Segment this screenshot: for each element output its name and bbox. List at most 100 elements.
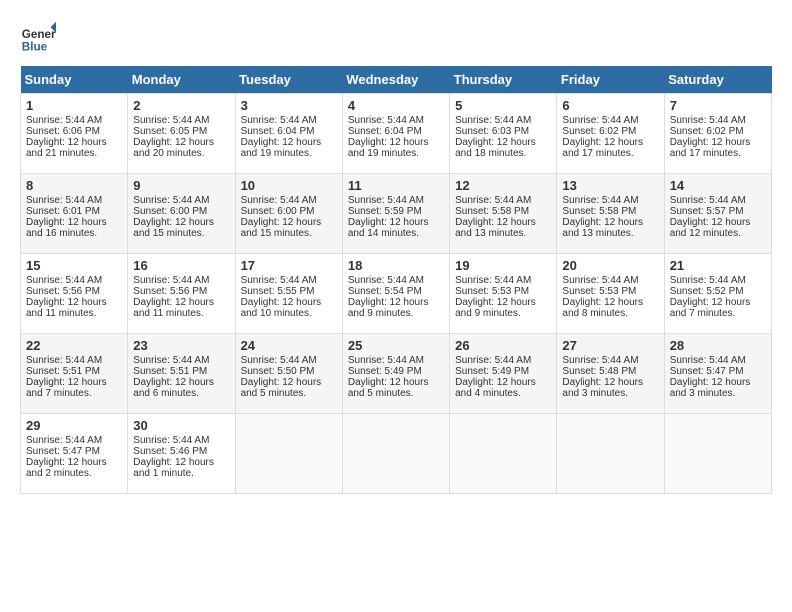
calendar-day-cell: 23 Sunrise: 5:44 AM Sunset: 5:51 PM Dayl… (128, 334, 235, 414)
sunset-text: Sunset: 6:04 PM (348, 126, 422, 137)
daylight-label: Daylight: 12 hours and 15 minutes. (241, 217, 322, 239)
sunrise-text: Sunrise: 5:44 AM (26, 435, 102, 446)
daylight-label: Daylight: 12 hours and 13 minutes. (455, 217, 536, 239)
day-number: 21 (670, 258, 766, 273)
calendar-week-row: 29 Sunrise: 5:44 AM Sunset: 5:47 PM Dayl… (21, 414, 772, 494)
daylight-label: Daylight: 12 hours and 21 minutes. (26, 137, 107, 159)
daylight-label: Daylight: 12 hours and 3 minutes. (562, 377, 643, 399)
day-number: 18 (348, 258, 444, 273)
sunset-text: Sunset: 6:06 PM (26, 126, 100, 137)
sunset-text: Sunset: 5:51 PM (133, 366, 207, 377)
day-number: 6 (562, 98, 658, 113)
sunset-text: Sunset: 6:00 PM (133, 206, 207, 217)
daylight-label: Daylight: 12 hours and 2 minutes. (26, 457, 107, 479)
calendar-week-row: 22 Sunrise: 5:44 AM Sunset: 5:51 PM Dayl… (21, 334, 772, 414)
day-number: 12 (455, 178, 551, 193)
daylight-label: Daylight: 12 hours and 16 minutes. (26, 217, 107, 239)
daylight-label: Daylight: 12 hours and 17 minutes. (562, 137, 643, 159)
day-number: 1 (26, 98, 122, 113)
calendar-day-cell: 17 Sunrise: 5:44 AM Sunset: 5:55 PM Dayl… (235, 254, 342, 334)
daylight-label: Daylight: 12 hours and 9 minutes. (348, 297, 429, 319)
sunrise-text: Sunrise: 5:44 AM (133, 275, 209, 286)
day-number: 14 (670, 178, 766, 193)
sunrise-text: Sunrise: 5:44 AM (455, 115, 531, 126)
day-number: 30 (133, 418, 229, 433)
calendar-day-cell: 18 Sunrise: 5:44 AM Sunset: 5:54 PM Dayl… (342, 254, 449, 334)
calendar-day-cell: 28 Sunrise: 5:44 AM Sunset: 5:47 PM Dayl… (664, 334, 771, 414)
day-number: 15 (26, 258, 122, 273)
sunrise-text: Sunrise: 5:44 AM (670, 275, 746, 286)
weekday-header-thursday: Thursday (450, 66, 557, 94)
calendar-day-cell: 6 Sunrise: 5:44 AM Sunset: 6:02 PM Dayli… (557, 94, 664, 174)
sunset-text: Sunset: 6:03 PM (455, 126, 529, 137)
calendar-day-cell: 25 Sunrise: 5:44 AM Sunset: 5:49 PM Dayl… (342, 334, 449, 414)
sunrise-text: Sunrise: 5:44 AM (133, 195, 209, 206)
daylight-label: Daylight: 12 hours and 19 minutes. (348, 137, 429, 159)
day-number: 11 (348, 178, 444, 193)
weekday-header-row: SundayMondayTuesdayWednesdayThursdayFrid… (21, 66, 772, 94)
sunset-text: Sunset: 5:53 PM (455, 286, 529, 297)
sunset-text: Sunset: 5:47 PM (670, 366, 744, 377)
day-number: 27 (562, 338, 658, 353)
daylight-label: Daylight: 12 hours and 11 minutes. (26, 297, 107, 319)
sunset-text: Sunset: 5:56 PM (26, 286, 100, 297)
sunset-text: Sunset: 5:54 PM (348, 286, 422, 297)
day-number: 19 (455, 258, 551, 273)
sunrise-text: Sunrise: 5:44 AM (241, 195, 317, 206)
calendar-day-cell: 9 Sunrise: 5:44 AM Sunset: 6:00 PM Dayli… (128, 174, 235, 254)
sunset-text: Sunset: 5:57 PM (670, 206, 744, 217)
sunrise-text: Sunrise: 5:44 AM (455, 195, 531, 206)
daylight-label: Daylight: 12 hours and 1 minute. (133, 457, 214, 479)
daylight-label: Daylight: 12 hours and 4 minutes. (455, 377, 536, 399)
sunset-text: Sunset: 5:52 PM (670, 286, 744, 297)
sunset-text: Sunset: 5:48 PM (562, 366, 636, 377)
weekday-header-wednesday: Wednesday (342, 66, 449, 94)
day-number: 8 (26, 178, 122, 193)
day-number: 24 (241, 338, 337, 353)
sunset-text: Sunset: 6:04 PM (241, 126, 315, 137)
empty-cell (235, 414, 342, 494)
daylight-label: Daylight: 12 hours and 6 minutes. (133, 377, 214, 399)
day-number: 7 (670, 98, 766, 113)
sunrise-text: Sunrise: 5:44 AM (348, 115, 424, 126)
day-number: 13 (562, 178, 658, 193)
calendar-week-row: 1 Sunrise: 5:44 AM Sunset: 6:06 PM Dayli… (21, 94, 772, 174)
weekday-header-friday: Friday (557, 66, 664, 94)
day-number: 17 (241, 258, 337, 273)
daylight-label: Daylight: 12 hours and 5 minutes. (241, 377, 322, 399)
daylight-label: Daylight: 12 hours and 18 minutes. (455, 137, 536, 159)
calendar-day-cell: 26 Sunrise: 5:44 AM Sunset: 5:49 PM Dayl… (450, 334, 557, 414)
day-number: 9 (133, 178, 229, 193)
sunrise-text: Sunrise: 5:44 AM (133, 355, 209, 366)
sunrise-text: Sunrise: 5:44 AM (455, 275, 531, 286)
svg-text:Blue: Blue (22, 41, 48, 54)
calendar-day-cell: 20 Sunrise: 5:44 AM Sunset: 5:53 PM Dayl… (557, 254, 664, 334)
daylight-label: Daylight: 12 hours and 8 minutes. (562, 297, 643, 319)
calendar-day-cell: 4 Sunrise: 5:44 AM Sunset: 6:04 PM Dayli… (342, 94, 449, 174)
empty-cell (664, 414, 771, 494)
daylight-label: Daylight: 12 hours and 9 minutes. (455, 297, 536, 319)
calendar-day-cell: 22 Sunrise: 5:44 AM Sunset: 5:51 PM Dayl… (21, 334, 128, 414)
day-number: 2 (133, 98, 229, 113)
day-number: 25 (348, 338, 444, 353)
sunrise-text: Sunrise: 5:44 AM (455, 355, 531, 366)
sunrise-text: Sunrise: 5:44 AM (670, 115, 746, 126)
calendar-day-cell: 2 Sunrise: 5:44 AM Sunset: 6:05 PM Dayli… (128, 94, 235, 174)
calendar-day-cell: 14 Sunrise: 5:44 AM Sunset: 5:57 PM Dayl… (664, 174, 771, 254)
calendar-day-cell: 13 Sunrise: 5:44 AM Sunset: 5:58 PM Dayl… (557, 174, 664, 254)
calendar-day-cell: 16 Sunrise: 5:44 AM Sunset: 5:56 PM Dayl… (128, 254, 235, 334)
daylight-label: Daylight: 12 hours and 20 minutes. (133, 137, 214, 159)
daylight-label: Daylight: 12 hours and 12 minutes. (670, 217, 751, 239)
day-number: 4 (348, 98, 444, 113)
calendar-day-cell: 11 Sunrise: 5:44 AM Sunset: 5:59 PM Dayl… (342, 174, 449, 254)
sunrise-text: Sunrise: 5:44 AM (241, 275, 317, 286)
sunrise-text: Sunrise: 5:44 AM (348, 275, 424, 286)
daylight-label: Daylight: 12 hours and 11 minutes. (133, 297, 214, 319)
calendar-day-cell: 30 Sunrise: 5:44 AM Sunset: 5:46 PM Dayl… (128, 414, 235, 494)
sunset-text: Sunset: 5:56 PM (133, 286, 207, 297)
day-number: 16 (133, 258, 229, 273)
sunset-text: Sunset: 5:58 PM (562, 206, 636, 217)
sunrise-text: Sunrise: 5:44 AM (133, 435, 209, 446)
weekday-header-tuesday: Tuesday (235, 66, 342, 94)
sunset-text: Sunset: 5:53 PM (562, 286, 636, 297)
